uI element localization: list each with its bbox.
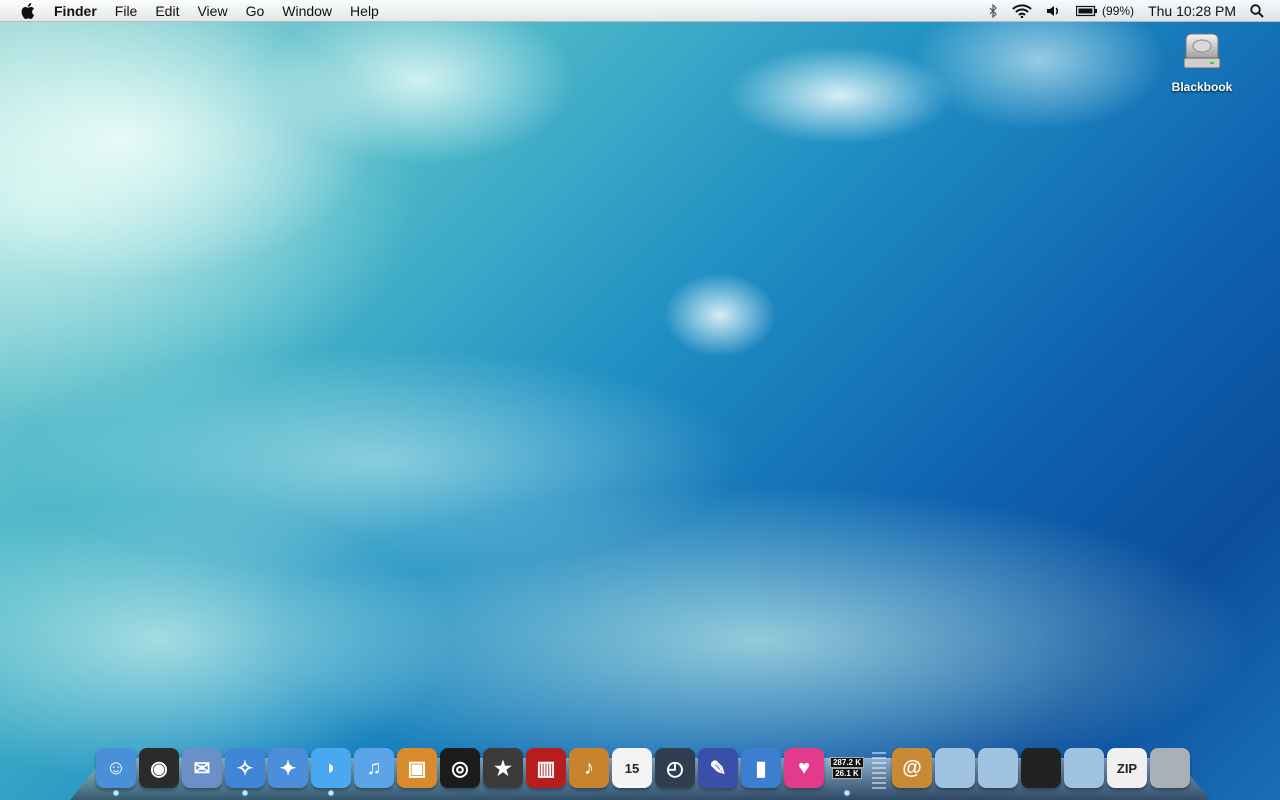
dock-folder-4-icon[interactable]	[1064, 748, 1104, 788]
dock-glyph: ▥	[536, 757, 556, 780]
dock-glyph: ZIP	[1116, 760, 1138, 776]
menu-edit[interactable]: Edit	[155, 0, 179, 22]
dock-finder-icon[interactable]: ☺	[96, 748, 136, 788]
dock-time-machine-icon[interactable]: ◴	[655, 748, 695, 788]
dock-glyph: ◗	[324, 756, 338, 779]
dock-heart-app-icon[interactable]: ♥	[784, 748, 824, 788]
network-upload-rate: 287.2 K	[829, 757, 865, 768]
dock-glyph: ▮	[755, 757, 767, 780]
dock-separator[interactable]	[872, 752, 886, 792]
dock-iphoto-icon[interactable]: ▣	[397, 748, 437, 788]
dock-glyph: ◎	[451, 757, 469, 780]
dock-address-book-icon[interactable]: @	[892, 748, 932, 788]
menu-view[interactable]: View	[197, 0, 227, 22]
hard-disk-icon	[1183, 33, 1221, 69]
dock-folder-2-icon[interactable]	[978, 748, 1018, 788]
dock-garageband-icon[interactable]: ♪	[569, 748, 609, 788]
menu-go[interactable]: Go	[246, 0, 265, 22]
disk-label: Blackbook	[1171, 80, 1233, 94]
dock-safari-icon[interactable]: ✧	[225, 748, 265, 788]
dock-front-row-icon[interactable]: ▥	[526, 748, 566, 788]
menu-bar: Finder File Edit View Go Window Help (99…	[0, 0, 1280, 22]
dock: ☺ ◉ ✉ ✧ ✦ ◗ ♫ ▣ ◎ ★ ▥ ♪ 15 ◴ ✎ ▮ ♥ 287.2 K 26.1 K @ ZIP	[92, 740, 1202, 796]
dock-folder-3-icon[interactable]	[1021, 748, 1061, 788]
battery-status[interactable]: (99%)	[1076, 0, 1134, 22]
menu-app-name[interactable]: Finder	[54, 0, 97, 22]
dock-ical-icon[interactable]: 15	[612, 748, 652, 788]
dock-glyph: ▣	[407, 757, 427, 780]
dock-numbers-icon[interactable]: ▮	[741, 748, 781, 788]
clock[interactable]: Thu 10:28 PM	[1148, 0, 1236, 22]
dock-glyph: 15	[624, 760, 640, 776]
dock-iweb-icon[interactable]: ✎	[698, 748, 738, 788]
dock-zip-archive-icon[interactable]: ZIP	[1107, 748, 1147, 788]
dock-mail-icon[interactable]: ✉	[182, 748, 222, 788]
dock-photo-booth-icon[interactable]: ◎	[440, 748, 480, 788]
running-indicator	[328, 790, 334, 796]
dock-network-monitor-icon[interactable]: 287.2 K 26.1 K	[827, 748, 867, 788]
bluetooth-icon[interactable]	[988, 0, 998, 22]
dock-glyph: ♥	[798, 756, 810, 779]
dock-glyph: @	[902, 756, 922, 779]
dock-glyph: ☺	[105, 756, 127, 779]
dock-imovie-icon[interactable]: ★	[483, 748, 523, 788]
dock-glyph: ◉	[150, 757, 168, 780]
dock-glyph: ♪	[584, 756, 594, 779]
dock-glyph: ✎	[709, 757, 727, 780]
menu-window[interactable]: Window	[282, 0, 332, 22]
wifi-icon[interactable]	[1012, 0, 1032, 22]
dock-glyph: ◴	[666, 757, 684, 780]
volume-icon[interactable]	[1046, 0, 1062, 22]
network-download-rate: 26.1 K	[832, 768, 862, 779]
running-indicator	[242, 790, 248, 796]
dock-glyph: ✉	[193, 757, 211, 780]
menu-file[interactable]: File	[115, 0, 138, 22]
status-area: (99%) Thu 10:28 PM	[988, 0, 1280, 22]
battery-percent: (99%)	[1102, 4, 1135, 18]
dock-glyph: ✦	[279, 757, 297, 780]
running-indicator	[113, 790, 119, 796]
spotlight-icon[interactable]	[1250, 0, 1264, 22]
apple-menu-icon[interactable]	[20, 2, 36, 20]
dock-dashboard-icon[interactable]: ◉	[139, 748, 179, 788]
dock-network-icon[interactable]: ✦	[268, 748, 308, 788]
dock-glyph: ★	[494, 757, 512, 780]
battery-icon	[1076, 5, 1098, 17]
running-indicator	[844, 790, 850, 796]
dock-ichat-icon[interactable]: ◗	[311, 748, 351, 788]
dock-trash-icon[interactable]	[1150, 748, 1190, 788]
dock-itunes-icon[interactable]: ♫	[354, 748, 394, 788]
dock-glyph: ✧	[236, 757, 254, 780]
dock-folder-1-icon[interactable]	[935, 748, 975, 788]
desktop-disk-item[interactable]: Blackbook	[1160, 30, 1244, 94]
menu-help[interactable]: Help	[350, 0, 379, 22]
dock-glyph: ♫	[366, 756, 382, 779]
